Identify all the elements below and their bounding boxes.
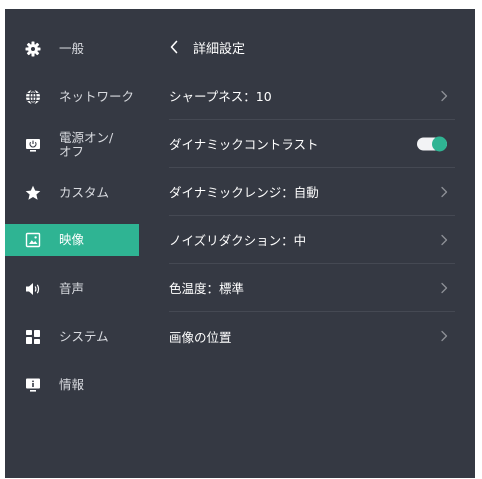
- toggle-knob: [432, 136, 447, 151]
- setting-row-dynamic-range[interactable]: ダイナミックレンジ：自動: [169, 168, 455, 216]
- sidebar-item-info[interactable]: 情報: [5, 369, 139, 401]
- back-arrow-icon[interactable]: [169, 40, 183, 54]
- system-grid-icon: [25, 329, 41, 345]
- sidebar-item-label: 映像: [59, 232, 85, 247]
- sidebar-item-label: 一般: [59, 41, 85, 56]
- sidebar-item-label: 電源オン/ オフ: [59, 130, 114, 159]
- setting-label: ダイナミックレンジ：自動: [169, 185, 319, 200]
- sidebar-item-label: カスタム: [59, 185, 110, 200]
- setting-row-noise-reduction[interactable]: ノイズリダクション：中: [169, 216, 455, 264]
- sidebar-item-label: ネットワーク: [59, 89, 135, 104]
- setting-label: シャープネス：10: [169, 89, 272, 104]
- sidebar-item-picture[interactable]: 映像: [5, 224, 139, 256]
- sidebar: 一般 ネットワーク 電源オン/ オフ カスタム 映像 音声 システム 情報: [5, 9, 145, 478]
- chevron-right-icon: [441, 234, 448, 245]
- setting-label: 画像の位置: [169, 329, 232, 345]
- chevron-right-icon: [441, 90, 448, 101]
- sidebar-item-label: 音声: [59, 281, 85, 296]
- sidebar-item-network[interactable]: ネットワーク: [5, 81, 139, 113]
- setting-label: 色温度：標準: [169, 281, 245, 296]
- sidebar-item-system[interactable]: システム: [5, 321, 139, 353]
- sidebar-item-sound[interactable]: 音声: [5, 273, 139, 305]
- sidebar-item-general[interactable]: 一般: [5, 33, 139, 65]
- settings-panel: 一般 ネットワーク 電源オン/ オフ カスタム 映像 音声 システム 情報 詳細…: [5, 9, 475, 478]
- star-icon: [25, 185, 41, 201]
- power-icon: [25, 137, 41, 153]
- page-header[interactable]: 詳細設定: [169, 37, 245, 57]
- chevron-right-icon: [441, 282, 448, 293]
- globe-icon: [25, 89, 41, 105]
- picture-icon: [25, 232, 41, 248]
- speaker-icon: [25, 281, 41, 297]
- info-monitor-icon: [25, 377, 41, 393]
- setting-row-dynamic-contrast[interactable]: ダイナミックコントラスト: [169, 120, 455, 168]
- sidebar-item-label: 情報: [59, 377, 85, 392]
- chevron-right-icon: [441, 330, 448, 342]
- sidebar-item-power[interactable]: 電源オン/ オフ: [5, 129, 139, 161]
- sidebar-item-custom[interactable]: カスタム: [5, 177, 139, 209]
- dynamic-contrast-toggle[interactable]: [417, 136, 447, 151]
- gear-icon: [25, 41, 41, 57]
- sidebar-item-label: システム: [59, 329, 109, 344]
- chevron-right-icon: [441, 186, 448, 197]
- page-title: 詳細設定: [193, 41, 246, 57]
- setting-label: ノイズリダクション：中: [169, 233, 307, 248]
- setting-row-image-position[interactable]: 画像の位置: [169, 312, 455, 360]
- setting-row-color-temperature[interactable]: 色温度：標準: [169, 264, 455, 312]
- setting-label: ダイナミックコントラスト: [169, 137, 319, 152]
- setting-row-sharpness[interactable]: シャープネス：10: [169, 72, 455, 120]
- advanced-settings-content: 詳細設定 シャープネス：10 ダイナミックコントラスト ダイナミックレンジ：自動…: [155, 9, 460, 478]
